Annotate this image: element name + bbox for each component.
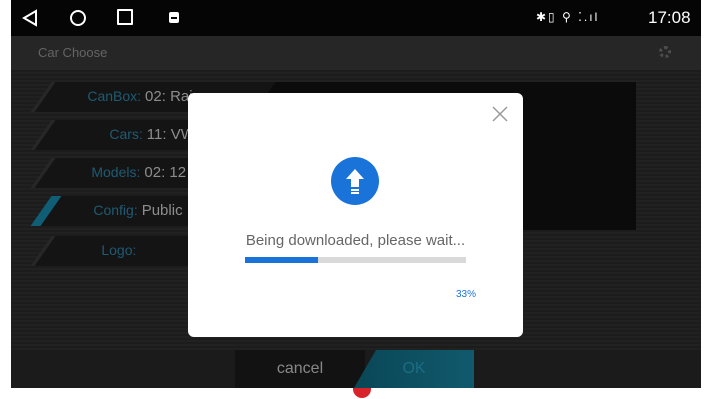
close-icon[interactable] xyxy=(491,105,509,123)
back-icon[interactable] xyxy=(21,9,39,27)
download-dialog: Being downloaded, please wait... 33% xyxy=(188,93,523,337)
download-message: Being downloaded, please wait... xyxy=(245,232,466,249)
progress-bar xyxy=(245,257,466,263)
progress-percent: 33% xyxy=(455,289,476,300)
status-icons: ✱▯ ⚲ ⁚.ıl xyxy=(536,10,600,24)
progress-fill xyxy=(245,257,318,263)
upload-arrow-icon xyxy=(331,157,379,205)
notification-icon xyxy=(169,12,179,23)
home-icon[interactable] xyxy=(69,9,87,27)
recent-apps-icon[interactable] xyxy=(117,9,133,25)
clock: 17:08 xyxy=(648,8,691,27)
status-bar: ✱▯ ⚲ ⁚.ıl 17:08 xyxy=(11,0,701,36)
